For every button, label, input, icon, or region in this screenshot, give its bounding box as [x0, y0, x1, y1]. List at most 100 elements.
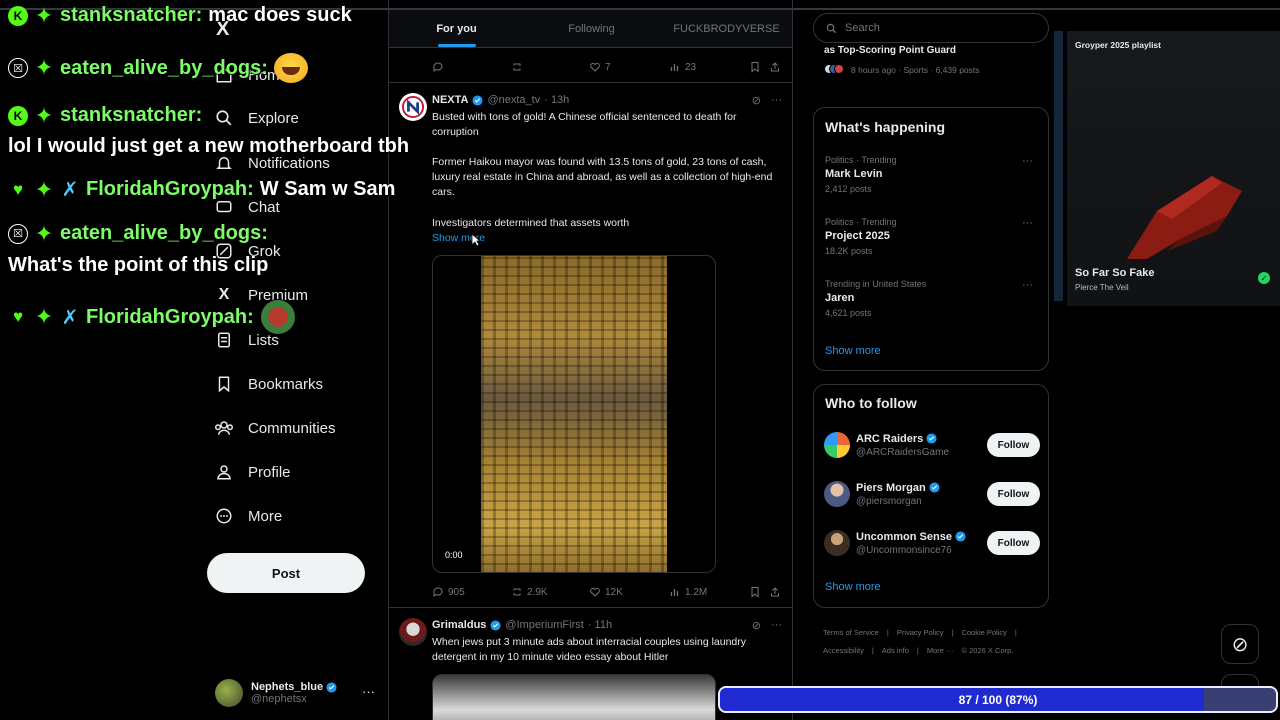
- footer-link[interactable]: More ···: [927, 646, 954, 655]
- footer-link[interactable]: Terms of Service: [823, 628, 879, 637]
- share-button[interactable]: [769, 586, 781, 598]
- more-dots-icon[interactable]: ···: [771, 619, 782, 632]
- nav-bookmarks[interactable]: Bookmarks: [214, 369, 323, 399]
- bookmark-icon: [751, 62, 759, 73]
- repost-button[interactable]: 2.9K: [511, 586, 548, 598]
- bookmark-button[interactable]: [749, 61, 761, 73]
- tweet-time[interactable]: · 13h: [544, 94, 569, 106]
- account-switcher[interactable]: Nephets_blue @nephetsx ···: [215, 676, 375, 710]
- footer-link[interactable]: Cookie Policy: [961, 628, 1006, 637]
- nav-explore[interactable]: Explore: [214, 103, 299, 133]
- trend-item[interactable]: Politics · Trending Mark Levin 2,412 pos…: [825, 155, 1039, 194]
- tweet-video[interactable]: 0:00: [432, 255, 716, 573]
- suggestion-name: Uncommon Sense: [856, 530, 952, 543]
- footer-links: Terms of Service | Privacy Policy | Cookie P…: [823, 624, 1043, 660]
- nav-label: Home: [248, 66, 289, 84]
- trend-item[interactable]: Politics · Trending Project 2025 18.2K p…: [825, 217, 1039, 256]
- more-dots-icon[interactable]: ···: [1022, 155, 1033, 167]
- gem-badge-icon: ✦: [34, 176, 54, 202]
- nav-grok[interactable]: Grok: [214, 236, 281, 266]
- suggestion-name-row: ARC Raiders: [856, 433, 987, 445]
- follow-suggestion[interactable]: Uncommon Sense @Uncommonsince76 Follow: [824, 526, 1040, 560]
- more-dots-icon[interactable]: ···: [362, 684, 375, 699]
- tweet-text: Busted with tons of gold! A Chinese offi…: [432, 111, 737, 138]
- bookmark-icon: [751, 587, 759, 598]
- grok-icon[interactable]: ⊘: [752, 619, 761, 632]
- more-dots-icon[interactable]: ···: [771, 94, 782, 107]
- nav-premium[interactable]: X Premium: [214, 280, 308, 310]
- gem-badge-icon: ✦: [34, 304, 54, 329]
- author-name[interactable]: Grimaldus: [432, 619, 486, 631]
- author-name[interactable]: NEXTA: [432, 94, 468, 106]
- follow-button[interactable]: Follow: [987, 482, 1040, 506]
- trend-item[interactable]: as Top-Scoring Point Guard 8 hours ago ·…: [813, 40, 1049, 92]
- nav-chat[interactable]: Chat: [214, 192, 280, 222]
- trend-meta: Politics · Trending: [825, 155, 897, 165]
- views-button[interactable]: 1.2M: [669, 586, 707, 598]
- nav-notifications[interactable]: Notifications: [214, 148, 330, 178]
- trend-item[interactable]: Trending in United States Jaren 4,621 po…: [825, 279, 1039, 318]
- kick-badge-icon: K: [8, 105, 28, 126]
- grok-floating-button[interactable]: ⊘: [1221, 624, 1259, 664]
- tab-custom-list[interactable]: FUCKBRODYVERSE: [659, 10, 792, 47]
- author-handle[interactable]: @nexta_tv: [487, 94, 540, 106]
- repost-button[interactable]: [511, 61, 523, 73]
- author-handle[interactable]: @ImperiumFirst: [505, 619, 583, 631]
- tab-following[interactable]: Following: [524, 10, 659, 47]
- like-button[interactable]: 12K: [589, 586, 623, 598]
- footer-separator: |: [1014, 628, 1017, 637]
- tweet[interactable]: NEXTA @nexta_tv · 13h ⊘ ··· Busted with …: [389, 83, 792, 607]
- footer-link[interactable]: Ads info: [882, 646, 909, 655]
- follow-button[interactable]: Follow: [987, 433, 1040, 457]
- tweet-image[interactable]: [432, 674, 716, 720]
- footer-separator: |: [871, 646, 874, 655]
- show-more-link[interactable]: Show more: [825, 345, 881, 357]
- share-button[interactable]: [769, 61, 781, 73]
- like-button[interactable]: 7: [589, 61, 611, 73]
- reply-button[interactable]: [432, 61, 444, 73]
- avatar[interactable]: [399, 93, 427, 121]
- grok-icon[interactable]: ⊘: [752, 94, 761, 107]
- who-to-follow-card: Who to follow ARC Raiders @ARCRaidersGam…: [813, 384, 1049, 608]
- nav-label: Profile: [248, 463, 291, 481]
- nav-communities[interactable]: Communities: [214, 413, 336, 443]
- follow-button[interactable]: Follow: [987, 531, 1040, 555]
- heart-badge-icon: ♥: [12, 179, 24, 199]
- more-dots-icon[interactable]: ···: [1022, 279, 1033, 291]
- trend-count: 4,621 posts: [825, 308, 872, 318]
- bookmark-button[interactable]: [749, 586, 761, 598]
- nav-profile[interactable]: Profile: [214, 457, 291, 487]
- reply-count: 905: [448, 586, 465, 598]
- tab-for-you[interactable]: For you: [389, 10, 524, 47]
- footer-link[interactable]: Accessibility: [823, 646, 864, 655]
- x-logo[interactable]: X: [216, 18, 229, 41]
- like-count: 7: [605, 61, 611, 73]
- show-more-link[interactable]: Show more: [825, 581, 881, 593]
- whats-happening-card: What's happening Politics · Trending Mar…: [813, 107, 1049, 371]
- nav-lists[interactable]: Lists: [214, 325, 279, 355]
- views-button[interactable]: 23: [669, 61, 696, 73]
- tweet-text: When jews put 3 minute ads about interra…: [432, 636, 747, 663]
- nav-label: Notifications: [248, 154, 330, 172]
- nav-home[interactable]: Home: [214, 60, 288, 90]
- like-count: 12K: [605, 586, 623, 598]
- section-title: What's happening: [825, 119, 945, 135]
- reply-icon: [433, 587, 443, 597]
- search-input[interactable]: Search: [813, 13, 1049, 43]
- trend-meta-row: 8 hours ago · Sports · 6,439 posts: [824, 64, 980, 76]
- repost-icon: [513, 588, 521, 596]
- heart-icon: [590, 587, 600, 597]
- section-title: Who to follow: [825, 395, 917, 411]
- tweet-time[interactable]: · 11h: [588, 619, 612, 631]
- avatar-stack: [824, 64, 844, 76]
- follow-suggestion[interactable]: ARC Raiders @ARCRaidersGame Follow: [824, 428, 1040, 462]
- footer-link[interactable]: Privacy Policy: [897, 628, 944, 637]
- post-button[interactable]: Post: [207, 553, 365, 593]
- nav-more[interactable]: More: [214, 501, 282, 531]
- avatar[interactable]: [399, 618, 427, 646]
- reply-button[interactable]: 905: [432, 586, 465, 598]
- follow-suggestion[interactable]: Piers Morgan @piersmorgan Follow: [824, 477, 1040, 511]
- more-dots-icon[interactable]: ···: [1022, 217, 1033, 229]
- saved-check-icon[interactable]: ✓: [1258, 272, 1270, 284]
- account-name: Nephets_blue: [251, 681, 324, 693]
